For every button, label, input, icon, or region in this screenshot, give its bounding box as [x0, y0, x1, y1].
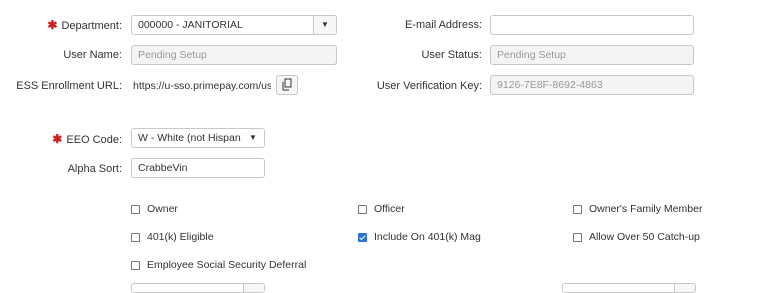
checkbox-owners-family-member[interactable]: Owner's Family Member — [573, 203, 702, 215]
checkbox-401k-eligible[interactable]: 401(k) Eligible — [131, 231, 214, 243]
checkbox-label: Include On 401(k) Mag — [374, 231, 481, 243]
user-status-placeholder: Pending Setup — [497, 49, 566, 61]
required-asterisk-icon: ✱ — [47, 18, 58, 32]
alpha-sort-field[interactable]: CrabbeVin — [131, 158, 265, 178]
department-label: ✱ Department: — [10, 18, 122, 33]
user-name-label: User Name: — [63, 49, 122, 61]
checkbox-box[interactable] — [358, 204, 367, 214]
checkbox-label: Officer — [374, 203, 405, 215]
verification-key-value: 9126-7E8F-8692-4863 — [497, 79, 603, 91]
alpha-sort-label: Alpha Sort: — [67, 163, 122, 175]
checkbox-box[interactable] — [573, 204, 582, 214]
checkbox-label: Allow Over 50 Catch-up — [589, 231, 700, 243]
checkbox-label: Employee Social Security Deferral — [147, 259, 307, 271]
email-label: E-mail Address: — [404, 19, 482, 31]
user-status-field[interactable]: Pending Setup — [490, 45, 694, 65]
copy-icon — [282, 78, 292, 91]
checkbox-box[interactable] — [131, 204, 140, 214]
partial-select-right[interactable] — [562, 283, 696, 293]
eeo-code-select[interactable]: W - White (not Hispan... ▼ — [131, 128, 265, 148]
checkbox-officer[interactable]: Officer — [358, 203, 405, 215]
eeo-code-select-value: W - White (not Hispan... — [138, 132, 250, 144]
verification-key-field[interactable]: 9126-7E8F-8692-4863 — [490, 75, 694, 95]
partial-select-left[interactable] — [131, 283, 265, 293]
eeo-code-label: ✱ EEO Code: — [10, 132, 122, 147]
department-select[interactable]: 000000 - JANITORIAL ▼ — [131, 15, 337, 35]
caret-down-icon — [243, 284, 264, 292]
verification-key-label: User Verification Key: — [376, 80, 482, 92]
user-status-label: User Status: — [421, 49, 482, 61]
checkbox-employee-ss-deferral[interactable]: Employee Social Security Deferral — [131, 259, 306, 271]
caret-down-icon: ▼ — [242, 129, 264, 147]
checkbox-box[interactable] — [131, 260, 140, 270]
department-label-text: Department: — [61, 20, 122, 32]
ess-url-label: ESS Enrollment URL: — [16, 80, 122, 92]
eeo-code-label-text: EEO Code: — [66, 134, 122, 146]
checkbox-label: Owner's Family Member — [589, 203, 703, 215]
required-asterisk-icon: ✱ — [52, 132, 63, 146]
checkbox-include-on-401k-mag[interactable]: Include On 401(k) Mag — [358, 231, 481, 243]
checkbox-label: Owner — [147, 203, 178, 215]
caret-down-icon: ▼ — [313, 16, 336, 34]
ess-url-value: https://u-sso.primepay.com/use — [133, 80, 271, 92]
email-field[interactable] — [490, 15, 694, 35]
checkbox-label: 401(k) Eligible — [147, 231, 214, 243]
user-name-field[interactable]: Pending Setup — [131, 45, 337, 65]
checkbox-allow-over-50-catch-up[interactable]: Allow Over 50 Catch-up — [573, 231, 700, 243]
department-select-value: 000000 - JANITORIAL — [138, 19, 243, 31]
checkbox-box[interactable] — [573, 232, 582, 242]
checkbox-owner[interactable]: Owner — [131, 203, 178, 215]
checkbox-box[interactable] — [131, 232, 140, 242]
user-name-placeholder: Pending Setup — [138, 49, 207, 61]
copy-url-button[interactable] — [276, 75, 298, 95]
caret-down-icon — [674, 284, 695, 292]
alpha-sort-value: CrabbeVin — [138, 162, 188, 174]
checkbox-box-checked[interactable] — [358, 232, 367, 242]
